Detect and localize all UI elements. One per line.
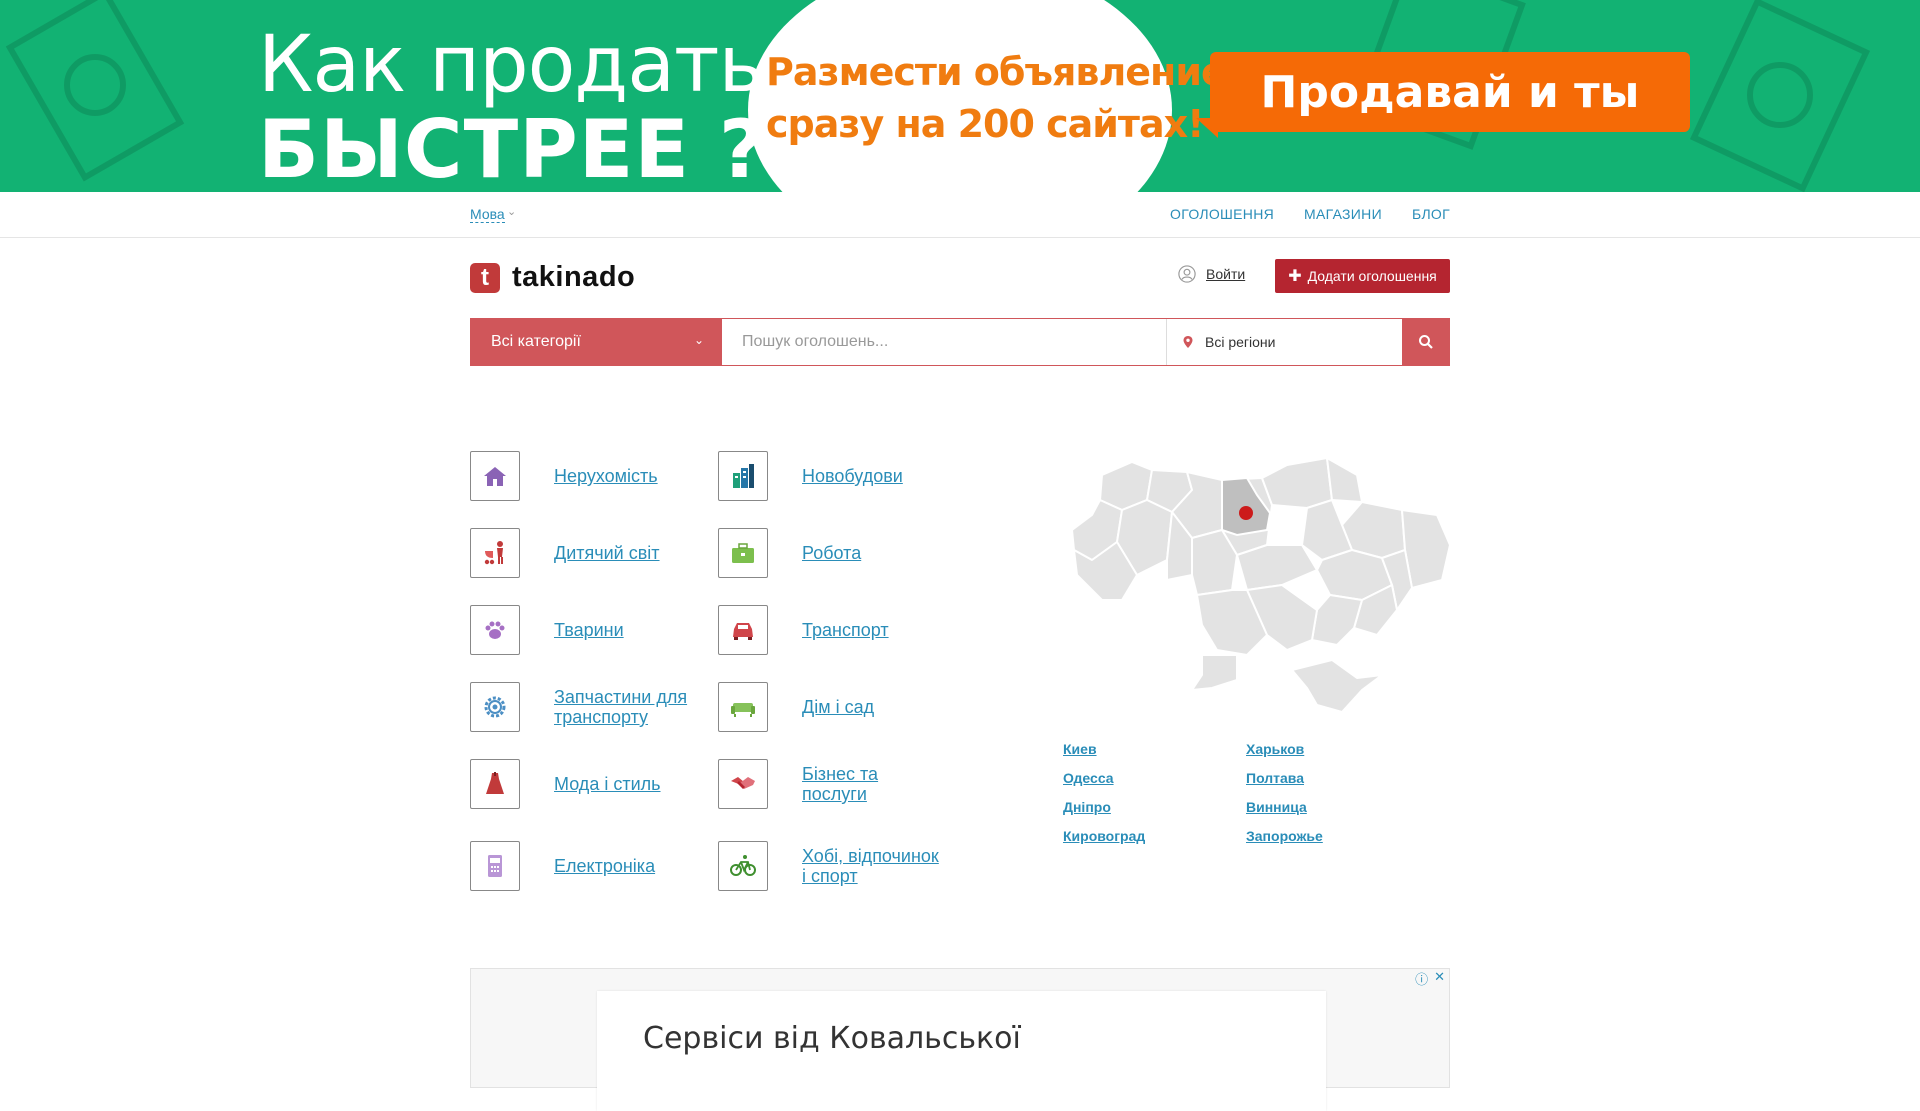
map-region bbox=[1301, 499, 1353, 561]
nav-ads[interactable]: ОГОЛОШЕННЯ bbox=[1170, 206, 1274, 222]
language-selector[interactable]: Мова bbox=[470, 206, 505, 223]
kyiv-marker-icon bbox=[1239, 506, 1253, 520]
banner-cta-button[interactable]: Продавай и ты bbox=[1210, 52, 1690, 132]
category-hobby-sport[interactable]: Хобі, відпочинок і спорт bbox=[718, 841, 942, 891]
category-label[interactable]: Бізнес та послуги bbox=[802, 764, 942, 804]
category-select[interactable]: Всі категорії ⌄ bbox=[471, 319, 722, 365]
city-links: Киев Харьков Одесса Полтава Дніпро Винни… bbox=[1063, 740, 1363, 845]
stroller-icon bbox=[484, 541, 503, 565]
chevron-down-icon[interactable]: ⌄ bbox=[507, 205, 516, 218]
category-electronics[interactable]: Електроніка bbox=[470, 841, 694, 891]
banner-headline-line2: БЫСТРЕЕ ? bbox=[258, 103, 767, 192]
nav-blog[interactable]: БЛОГ bbox=[1412, 206, 1450, 222]
city-link[interactable]: Харьков bbox=[1246, 740, 1396, 758]
map-region bbox=[1311, 594, 1363, 646]
ukraine-map[interactable] bbox=[1062, 450, 1450, 716]
city-link[interactable]: Дніпро bbox=[1063, 798, 1246, 816]
category-business[interactable]: Бізнес та послуги bbox=[718, 759, 942, 809]
briefcase-icon bbox=[732, 543, 754, 563]
user-icon bbox=[1178, 265, 1196, 283]
banner-headline: Как продать БЫСТРЕЕ ? bbox=[258, 20, 766, 190]
map-region bbox=[1291, 659, 1383, 713]
category-real-estate[interactable]: Нерухомість bbox=[470, 451, 694, 501]
ad-title: Сервіси від Ковальської bbox=[643, 1021, 1021, 1056]
gear-icon bbox=[484, 696, 506, 718]
category-label[interactable]: Електроніка bbox=[554, 856, 694, 876]
login-label[interactable]: Войти bbox=[1206, 266, 1245, 282]
map-region bbox=[1326, 457, 1363, 503]
map-region bbox=[1236, 544, 1318, 591]
category-label[interactable]: Дитячий світ bbox=[554, 543, 694, 563]
dress-icon bbox=[486, 772, 504, 794]
banner-headline-line1: Как продать bbox=[258, 20, 764, 110]
nav-shops[interactable]: МАГАЗИНИ bbox=[1304, 206, 1382, 222]
category-auto-parts[interactable]: Запчастини для транспорту bbox=[470, 682, 694, 732]
car-icon bbox=[733, 623, 753, 640]
logo-text: takinado bbox=[512, 261, 636, 293]
category-label[interactable]: Мода і стиль bbox=[554, 774, 694, 794]
city-link[interactable]: Запорожье bbox=[1246, 827, 1396, 845]
region-select-value: Всі регіони bbox=[1205, 334, 1276, 350]
bicycle-icon bbox=[730, 855, 756, 876]
login-link[interactable]: Войти bbox=[1178, 265, 1245, 283]
category-animals[interactable]: Тварини bbox=[470, 605, 694, 655]
calculator-icon bbox=[488, 855, 502, 877]
map-region bbox=[1261, 457, 1333, 509]
city-link[interactable]: Кировоград bbox=[1063, 827, 1246, 845]
category-label[interactable]: Новобудови bbox=[802, 466, 942, 486]
city-link[interactable]: Полтава bbox=[1246, 769, 1396, 787]
add-ad-button[interactable]: ✚ Додати оголошення bbox=[1275, 259, 1450, 293]
search-input[interactable] bbox=[722, 319, 1167, 365]
ad-controls: ⓘ ✕ bbox=[1415, 969, 1445, 988]
handshake-icon bbox=[731, 777, 755, 789]
category-label[interactable]: Запчастини для транспорту bbox=[554, 687, 694, 727]
category-label[interactable]: Хобі, відпочинок і спорт bbox=[802, 846, 942, 886]
buildings-icon bbox=[733, 464, 754, 488]
category-jobs[interactable]: Робота bbox=[718, 528, 942, 578]
category-label[interactable]: Нерухомість bbox=[554, 466, 694, 486]
house-icon bbox=[484, 467, 506, 486]
close-icon[interactable]: ✕ bbox=[1434, 969, 1445, 988]
logo-mark-icon: t bbox=[470, 262, 500, 293]
map-pin-icon bbox=[1183, 336, 1193, 348]
map-region bbox=[1191, 654, 1238, 691]
city-link[interactable]: Киев bbox=[1063, 740, 1246, 758]
add-ad-label: Додати оголошення bbox=[1307, 268, 1437, 284]
chevron-down-icon: ⌄ bbox=[693, 333, 704, 347]
search-button[interactable] bbox=[1402, 319, 1449, 365]
city-link[interactable]: Одесса bbox=[1063, 769, 1246, 787]
top-bar: Мова ⌄ ОГОЛОШЕННЯ МАГАЗИНИ БЛОГ bbox=[0, 192, 1920, 238]
category-label[interactable]: Робота bbox=[802, 543, 942, 563]
search-icon bbox=[1418, 335, 1433, 349]
banner-circle-text: Размести объявление сразу на 200 сайтах! bbox=[766, 46, 1227, 150]
category-transport[interactable]: Транспорт bbox=[718, 605, 942, 655]
top-nav: ОГОЛОШЕННЯ МАГАЗИНИ БЛОГ bbox=[1170, 206, 1450, 222]
region-select[interactable]: Всі регіони bbox=[1167, 319, 1402, 365]
category-label[interactable]: Дім і сад bbox=[802, 697, 942, 717]
category-kids[interactable]: Дитячий світ bbox=[470, 528, 694, 578]
banner-circle-line2: сразу на 200 сайтах! bbox=[766, 102, 1204, 146]
category-new-buildings[interactable]: Новобудови bbox=[718, 451, 942, 501]
category-home-garden[interactable]: Дім і сад bbox=[718, 682, 942, 732]
ad-block[interactable]: ⓘ ✕ Сервіси від Ковальської bbox=[470, 968, 1450, 1111]
promo-banner[interactable]: Как продать БЫСТРЕЕ ? Размести объявлени… bbox=[0, 0, 1920, 192]
category-label[interactable]: Тварини bbox=[554, 620, 694, 640]
ad-card[interactable]: Сервіси від Ковальської bbox=[597, 991, 1326, 1111]
category-fashion[interactable]: Мода і стиль bbox=[470, 759, 694, 809]
banner-circle-line1: Размести объявление bbox=[766, 50, 1227, 94]
city-link[interactable]: Винница bbox=[1246, 798, 1396, 816]
ad-info-icon[interactable]: ⓘ bbox=[1415, 969, 1428, 988]
paw-icon bbox=[485, 621, 505, 639]
plus-icon: ✚ bbox=[1288, 268, 1302, 285]
site-logo[interactable]: t takinado bbox=[470, 261, 635, 294]
category-label[interactable]: Транспорт bbox=[802, 620, 942, 640]
category-select-value: Всі категорії bbox=[491, 333, 581, 350]
search-bar: Всі категорії ⌄ Всі регіони bbox=[470, 318, 1450, 366]
sofa-icon bbox=[731, 703, 755, 717]
